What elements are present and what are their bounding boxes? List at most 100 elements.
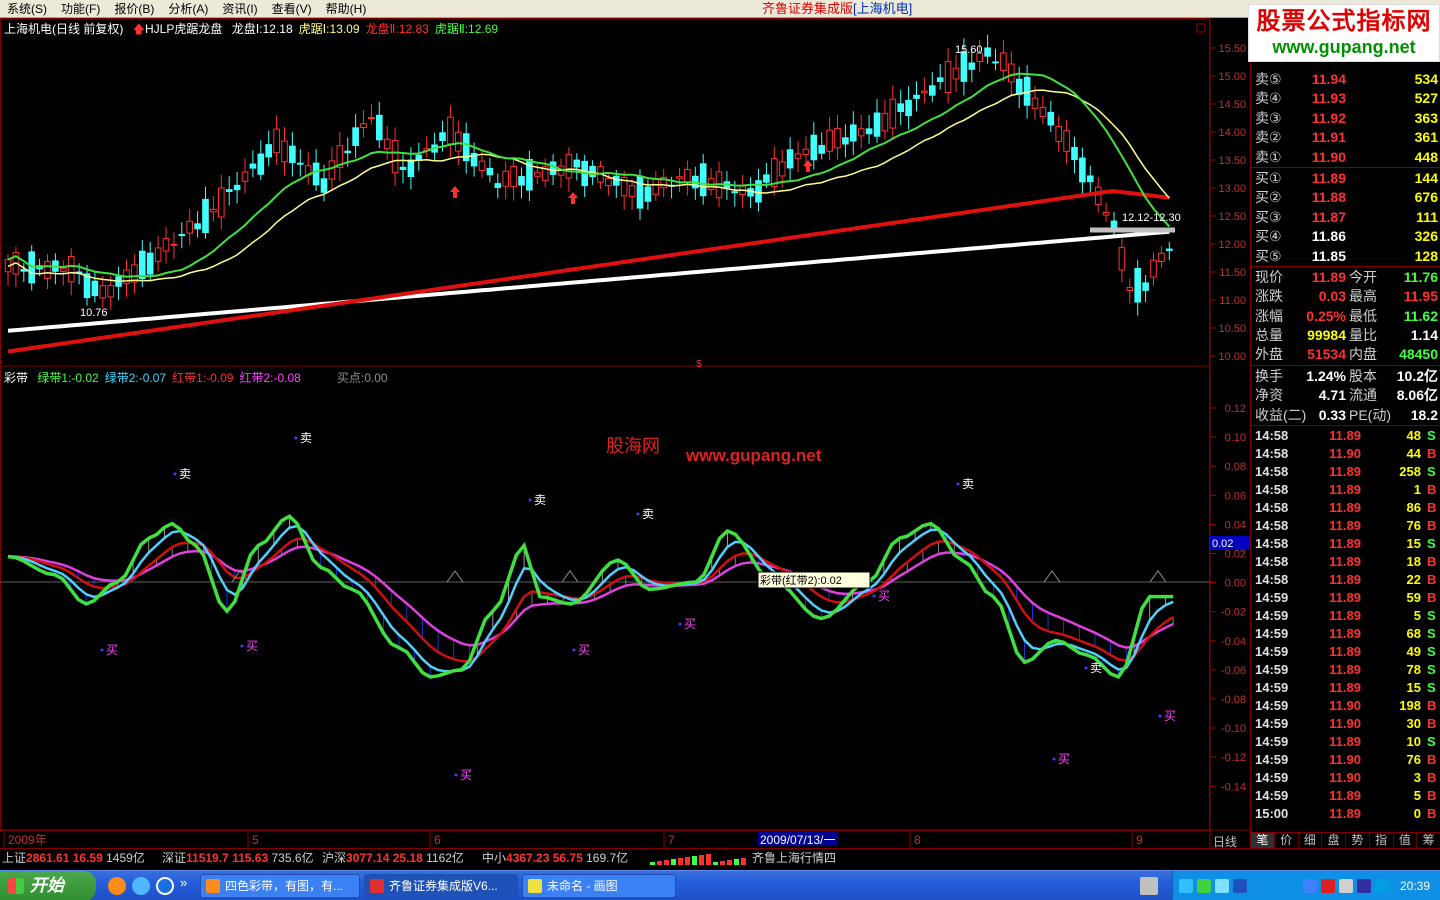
candle-down <box>613 175 620 186</box>
buy-level-1: 买① 11.89 144 <box>1251 169 1440 188</box>
panel-tab-0[interactable]: 笔 <box>1251 833 1275 848</box>
menu-analysis[interactable]: 分析(A) <box>161 0 215 18</box>
menu-function[interactable]: 功能(F) <box>54 0 107 18</box>
candle-down <box>376 114 383 141</box>
tick-row: 14:58 11.89 18 B <box>1251 553 1440 571</box>
keyboard-icon[interactable] <box>1140 877 1158 895</box>
price-tick-label: 15.50 <box>1218 43 1246 55</box>
sell-level-3-volume: 363 <box>1414 109 1438 126</box>
tray-k-icon[interactable] <box>1321 879 1335 893</box>
tick-row: 14:59 11.89 5 B <box>1251 787 1440 805</box>
pane-toggle-box <box>1196 23 1206 33</box>
chart-frame <box>0 18 1210 831</box>
candle-down <box>344 150 351 154</box>
tray-antivirus-icon[interactable] <box>1339 879 1353 893</box>
candle-up <box>794 153 802 159</box>
indicator-header: 彩带 绿带1:-0.02 绿带2:-0.07 红带1:-0.09 红带2:-0.08 买… <box>4 371 394 385</box>
tray-app-icon[interactable] <box>1303 879 1317 893</box>
price-tick-label: 13.00 <box>1218 183 1246 195</box>
candle-up <box>881 112 889 132</box>
index-value: 2861.61 <box>26 851 70 865</box>
candle-down <box>265 144 272 158</box>
tick-volume: 76 <box>1406 518 1421 534</box>
tray-sync-icon[interactable] <box>1215 879 1229 893</box>
candle-down <box>747 188 754 197</box>
candle-up <box>1039 106 1047 117</box>
candle-up <box>162 237 170 252</box>
indicator-tick-label: 0.12 <box>1225 403 1246 415</box>
menu-view[interactable]: 查看(V) <box>265 0 319 18</box>
sell-dot <box>528 498 532 502</box>
candle-down <box>194 223 201 230</box>
stat-row-2-value2: 11.62 <box>1403 307 1438 324</box>
more-icon[interactable]: » <box>180 875 187 890</box>
buy-level-2: 买② 11.88 676 <box>1251 188 1440 207</box>
tick-volume: 48 <box>1406 428 1421 444</box>
tick-direction: B <box>1427 518 1437 534</box>
candle-up <box>1063 130 1070 152</box>
task-forum-post[interactable]: 四色彩带，有图，有... <box>200 874 360 898</box>
tray-network-icon[interactable] <box>1179 879 1193 893</box>
panel-tab-2[interactable]: 细 <box>1299 833 1323 848</box>
panel-tab-7[interactable]: 筹 <box>1417 833 1440 848</box>
panel-tab-6[interactable]: 值 <box>1394 833 1418 848</box>
menu-info[interactable]: 资讯(I) <box>215 0 264 18</box>
index-amount: 735.6亿 <box>271 851 314 865</box>
breadth-bar <box>671 859 676 865</box>
candle-down <box>913 94 920 99</box>
x-axis-label: 9 <box>1136 833 1143 847</box>
tick-direction: S <box>1427 428 1436 444</box>
tick-row: 14:59 11.90 198 B <box>1251 697 1440 715</box>
tray-monitor-icon[interactable] <box>1233 879 1247 893</box>
index-change: 115.63 <box>232 851 269 865</box>
menu-quote[interactable]: 报价(B) <box>107 0 161 18</box>
tick-row: 14:59 11.89 5 S <box>1251 607 1440 625</box>
task-paint[interactable]: 未命名 - 画图 <box>522 874 676 898</box>
tick-volume: 198 <box>1399 698 1421 714</box>
indicator-legend-0: 绿带1:-0.02 <box>37 371 99 385</box>
task-trading-app[interactable]: 齐鲁证券集成版V6... <box>364 874 518 898</box>
tick-row: 14:59 11.89 10 S <box>1251 733 1440 751</box>
indicator-tick-label: -0.12 <box>1221 752 1246 764</box>
candle-down <box>139 250 146 279</box>
tick-direction: S <box>1427 644 1436 660</box>
candle-up <box>107 285 115 298</box>
index-item[interactable]: 深证11519.7 115.63 735.6亿 <box>162 849 314 867</box>
index-item[interactable]: 上证2861.61 16.59 1459亿 <box>2 849 145 867</box>
chart-svg[interactable]: 15.50 15.00 14.50 14.00 13.50 13.00 12.50 12.00… <box>0 18 1250 848</box>
menu-system[interactable]: 系统(S) <box>0 0 54 18</box>
desktop-icon[interactable] <box>132 877 150 895</box>
candle-up <box>60 267 67 272</box>
candle-down <box>439 132 446 142</box>
index-item[interactable]: 中小4367.23 56.75 169.7亿 <box>482 849 628 867</box>
candle-up <box>628 185 636 197</box>
ie-icon[interactable] <box>156 877 174 895</box>
candle-down <box>1047 111 1055 126</box>
index-item[interactable]: 沪深3077.14 25.18 1162亿 <box>322 849 464 867</box>
chart-area[interactable]: 15.50 15.00 14.50 14.00 13.50 13.00 12.50 12.00… <box>0 18 1250 849</box>
tray-volume-icon[interactable] <box>1357 879 1371 893</box>
formula-name[interactable]: 🡅HJLP虎踞龙盘 <box>133 22 223 36</box>
candle-down <box>850 124 857 142</box>
breadth-bar <box>678 858 683 865</box>
stock-name: 上海机电(日线 前复权) <box>4 22 124 36</box>
sell-level-1: 卖① 11.90 448 <box>1251 148 1440 167</box>
price-tick-label: 12.50 <box>1218 211 1246 223</box>
tick-direction: S <box>1427 626 1436 642</box>
candle-down <box>320 178 328 193</box>
candle-down <box>297 162 304 165</box>
start-button[interactable]: 开始 <box>0 871 96 900</box>
tray-chat-icon[interactable] <box>1375 879 1389 893</box>
candle-down <box>1166 248 1173 251</box>
panel-tab-1[interactable]: 价 <box>1275 833 1299 848</box>
tick-row: 14:58 11.89 48 S <box>1251 427 1440 445</box>
tick-row: 14:58 11.89 1 B <box>1251 481 1440 499</box>
firefox-icon[interactable] <box>108 877 126 895</box>
tray-security-icon[interactable] <box>1197 879 1211 893</box>
tick-volume: 1 <box>1413 482 1421 498</box>
candle-up <box>67 255 75 283</box>
menu-help[interactable]: 帮助(H) <box>319 0 374 18</box>
panel-tab-4[interactable]: 势 <box>1346 833 1370 848</box>
panel-tab-5[interactable]: 指 <box>1370 833 1394 848</box>
panel-tab-3[interactable]: 盘 <box>1322 833 1346 848</box>
